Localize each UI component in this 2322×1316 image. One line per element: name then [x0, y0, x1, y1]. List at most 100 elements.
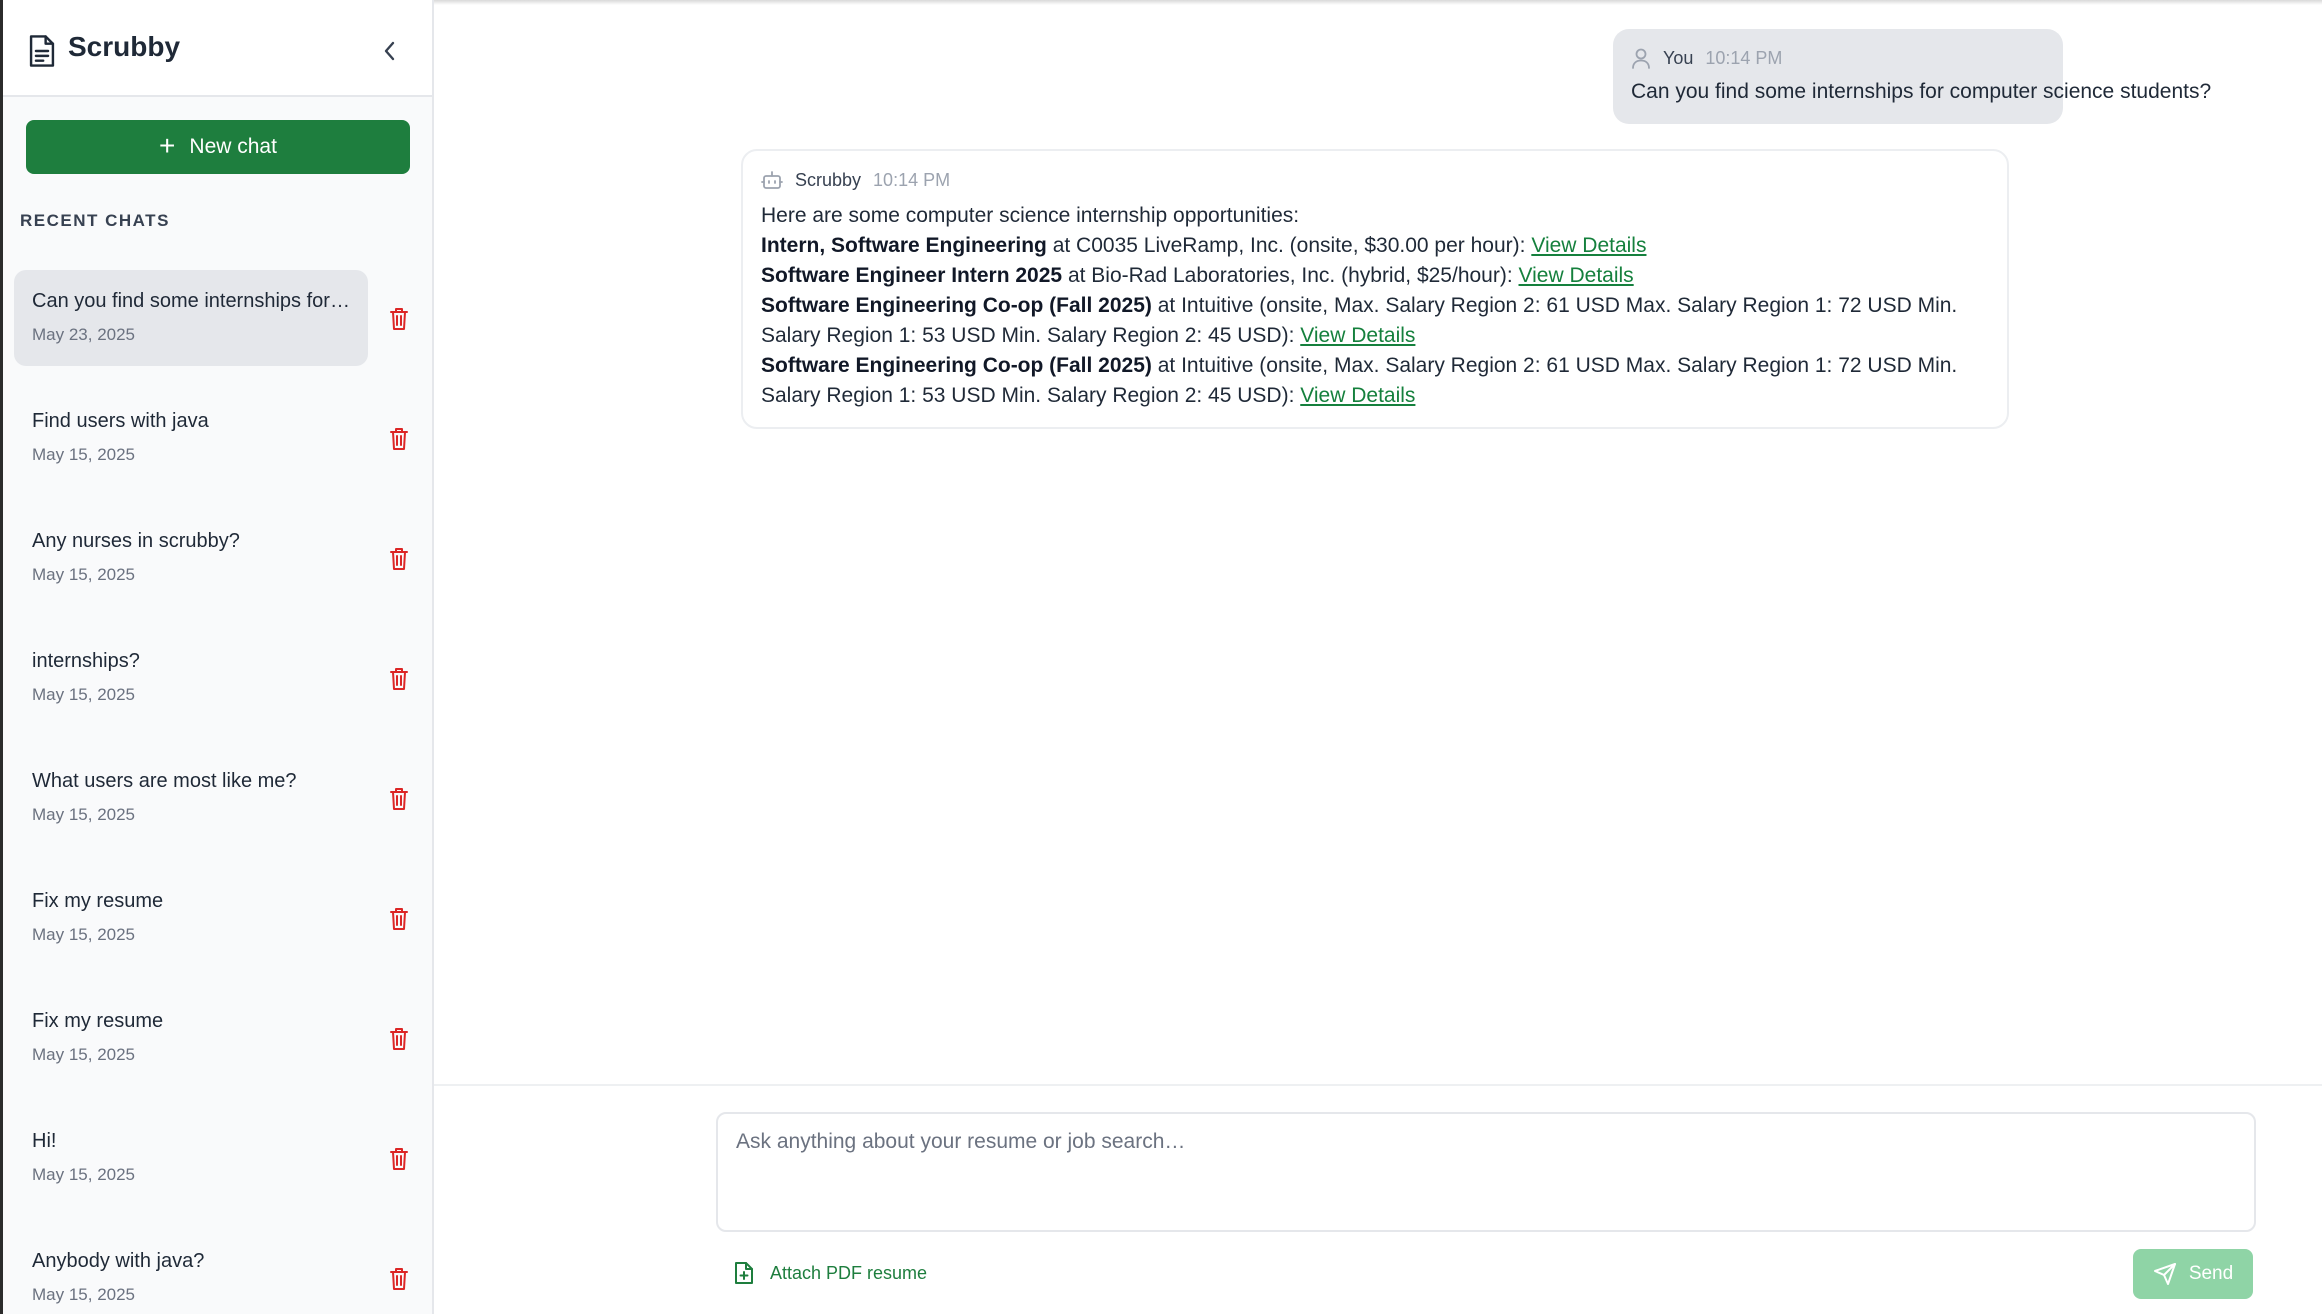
chat-title: Any nurses in scrubby? — [32, 530, 240, 552]
delete-chat-button[interactable] — [384, 304, 414, 334]
chat-item: Find users with java May 15, 2025 — [3, 390, 432, 510]
chat-title: Anybody with java? — [32, 1250, 205, 1272]
trash-icon — [390, 668, 408, 690]
delete-chat-button[interactable] — [384, 904, 414, 934]
chat-item: Fix my resume May 15, 2025 — [3, 870, 432, 990]
chat-item: Can you find some internships for comput… — [3, 270, 432, 390]
internship-title: Software Engineering Co-op (Fall 2025) — [761, 354, 1152, 377]
chat-item-card[interactable]: Fix my resume May 15, 2025 — [14, 990, 368, 1086]
message-input-box — [716, 1112, 2256, 1232]
send-button[interactable]: Send — [2133, 1249, 2253, 1299]
trash-icon — [390, 1148, 408, 1170]
chat-date: May 15, 2025 — [32, 685, 136, 704]
chat-title: What users are most like me? — [32, 770, 297, 792]
sender-name: Scrubby — [795, 169, 862, 190]
chat-date: May 15, 2025 — [32, 925, 136, 944]
attach-pdf-label: Attach PDF resume — [770, 1262, 928, 1283]
chat-item: Fix my resume May 15, 2025 — [3, 990, 432, 1110]
chat-item: What users are most like me? May 15, 202… — [3, 750, 432, 870]
assistant-message: Scrubby 10:14 PM Here are some computer … — [741, 149, 2009, 429]
sidebar-header: Scrubby — [3, 0, 432, 97]
app-title: Scrubby — [68, 31, 181, 62]
composer: Attach PDF resume Send — [434, 1084, 2322, 1316]
delete-chat-button[interactable] — [384, 1144, 414, 1174]
trash-icon — [390, 1028, 408, 1050]
recent-chats-heading: RECENT CHATS — [20, 211, 170, 230]
chat-date: May 15, 2025 — [32, 445, 136, 464]
chat-date: May 23, 2025 — [32, 325, 136, 344]
message-time: 10:14 PM — [1705, 47, 1783, 68]
attach-pdf-button[interactable]: Attach PDF resume — [734, 1261, 927, 1285]
send-label: Send — [2188, 1263, 2234, 1284]
top-divider — [434, 0, 2322, 5]
collapse-sidebar-button[interactable] — [373, 34, 407, 68]
chat-list: Can you find some internships for comput… — [3, 270, 432, 1314]
message-time: 10:14 PM — [873, 169, 951, 190]
chat-item: internships? May 15, 2025 — [3, 630, 432, 750]
view-details-link[interactable]: View Details — [1300, 384, 1415, 407]
chat-item: Anybody with java? May 15, 2025 — [3, 1230, 432, 1314]
user-message-meta: You 10:14 PM — [1631, 47, 1782, 69]
user-icon — [1632, 48, 1650, 69]
file-plus-icon — [735, 1262, 753, 1284]
sender-name: You — [1663, 47, 1694, 68]
internship-item: Software Engineering Co-op (Fall 2025) a… — [761, 351, 1991, 411]
internship-details: at C0035 LiveRamp, Inc. (onsite, $30.00 … — [1046, 234, 1532, 257]
chat-item-card[interactable]: Any nurses in scrubby? May 15, 2025 — [14, 510, 368, 606]
internship-title: Software Engineer Intern 2025 — [761, 264, 1063, 287]
chat-title: Fix my resume — [32, 890, 164, 912]
view-details-link[interactable]: View Details — [1519, 264, 1634, 287]
chat-date: May 15, 2025 — [32, 805, 136, 824]
chat-item-card[interactable]: Hi! May 15, 2025 — [14, 1110, 368, 1206]
chat-item-card[interactable]: Fix my resume May 15, 2025 — [14, 870, 368, 966]
chat-item-card[interactable]: Anybody with java? May 15, 2025 — [14, 1230, 368, 1314]
chat-title: internships? — [32, 650, 140, 672]
chat-title: Find users with java — [32, 410, 209, 432]
document-icon — [29, 35, 55, 67]
delete-chat-button[interactable] — [384, 544, 414, 574]
chat-item-card[interactable]: Find users with java May 15, 2025 — [14, 390, 368, 486]
assistant-intro: Here are some computer science internshi… — [761, 204, 1300, 227]
trash-icon — [390, 1268, 408, 1290]
internship-item: Software Engineer Intern 2025 at Bio-Rad… — [761, 261, 1991, 291]
internship-title: Software Engineering Co-op (Fall 2025) — [761, 294, 1152, 317]
internship-item: Software Engineering Co-op (Fall 2025) a… — [761, 291, 1991, 351]
plus-icon: + — [159, 130, 176, 161]
chat-title: Fix my resume — [32, 1010, 164, 1032]
delete-chat-button[interactable] — [384, 784, 414, 814]
chat-title: Can you find some internships for comput… — [32, 290, 354, 312]
chat-item-card[interactable]: Can you find some internships for comput… — [14, 270, 368, 366]
chat-item-card[interactable]: What users are most like me? May 15, 202… — [14, 750, 368, 846]
delete-chat-button[interactable] — [384, 424, 414, 454]
trash-icon — [390, 788, 408, 810]
internship-details: at Bio-Rad Laboratories, Inc. (hybrid, $… — [1062, 264, 1519, 287]
sidebar: Scrubby + New chat RECENT CHATS Can you … — [3, 0, 434, 1314]
send-icon — [2153, 1263, 2176, 1285]
trash-icon — [390, 908, 408, 930]
assistant-message-meta: Scrubby 10:14 PM — [761, 169, 950, 191]
chat-item: Any nurses in scrubby? May 15, 2025 — [3, 510, 432, 630]
new-chat-label: New chat — [189, 135, 277, 158]
chat-item: Hi! May 15, 2025 — [3, 1110, 432, 1230]
new-chat-button[interactable]: + New chat — [26, 120, 410, 174]
internship-item: Intern, Software Engineering at C0035 Li… — [761, 231, 1991, 261]
chevron-left-icon — [384, 41, 395, 61]
trash-icon — [390, 428, 408, 450]
chat-item-card[interactable]: internships? May 15, 2025 — [14, 630, 368, 726]
trash-icon — [390, 308, 408, 330]
delete-chat-button[interactable] — [384, 1264, 414, 1294]
view-details-link[interactable]: View Details — [1531, 234, 1646, 257]
internship-title: Intern, Software Engineering — [761, 234, 1047, 257]
delete-chat-button[interactable] — [384, 1024, 414, 1054]
bot-icon — [761, 171, 783, 189]
delete-chat-button[interactable] — [384, 664, 414, 694]
view-details-link[interactable]: View Details — [1300, 324, 1415, 347]
trash-icon — [390, 548, 408, 570]
chat-title: Hi! — [32, 1130, 57, 1152]
chat-date: May 15, 2025 — [32, 565, 136, 584]
user-message-text: Can you find some internships for comput… — [1631, 80, 2212, 103]
message-input[interactable] — [734, 1128, 2238, 1222]
user-message: You 10:14 PM Can you find some internshi… — [1613, 29, 2211, 124]
assistant-message-body: Here are some computer science internshi… — [761, 201, 1991, 411]
chat-date: May 15, 2025 — [32, 1285, 136, 1304]
